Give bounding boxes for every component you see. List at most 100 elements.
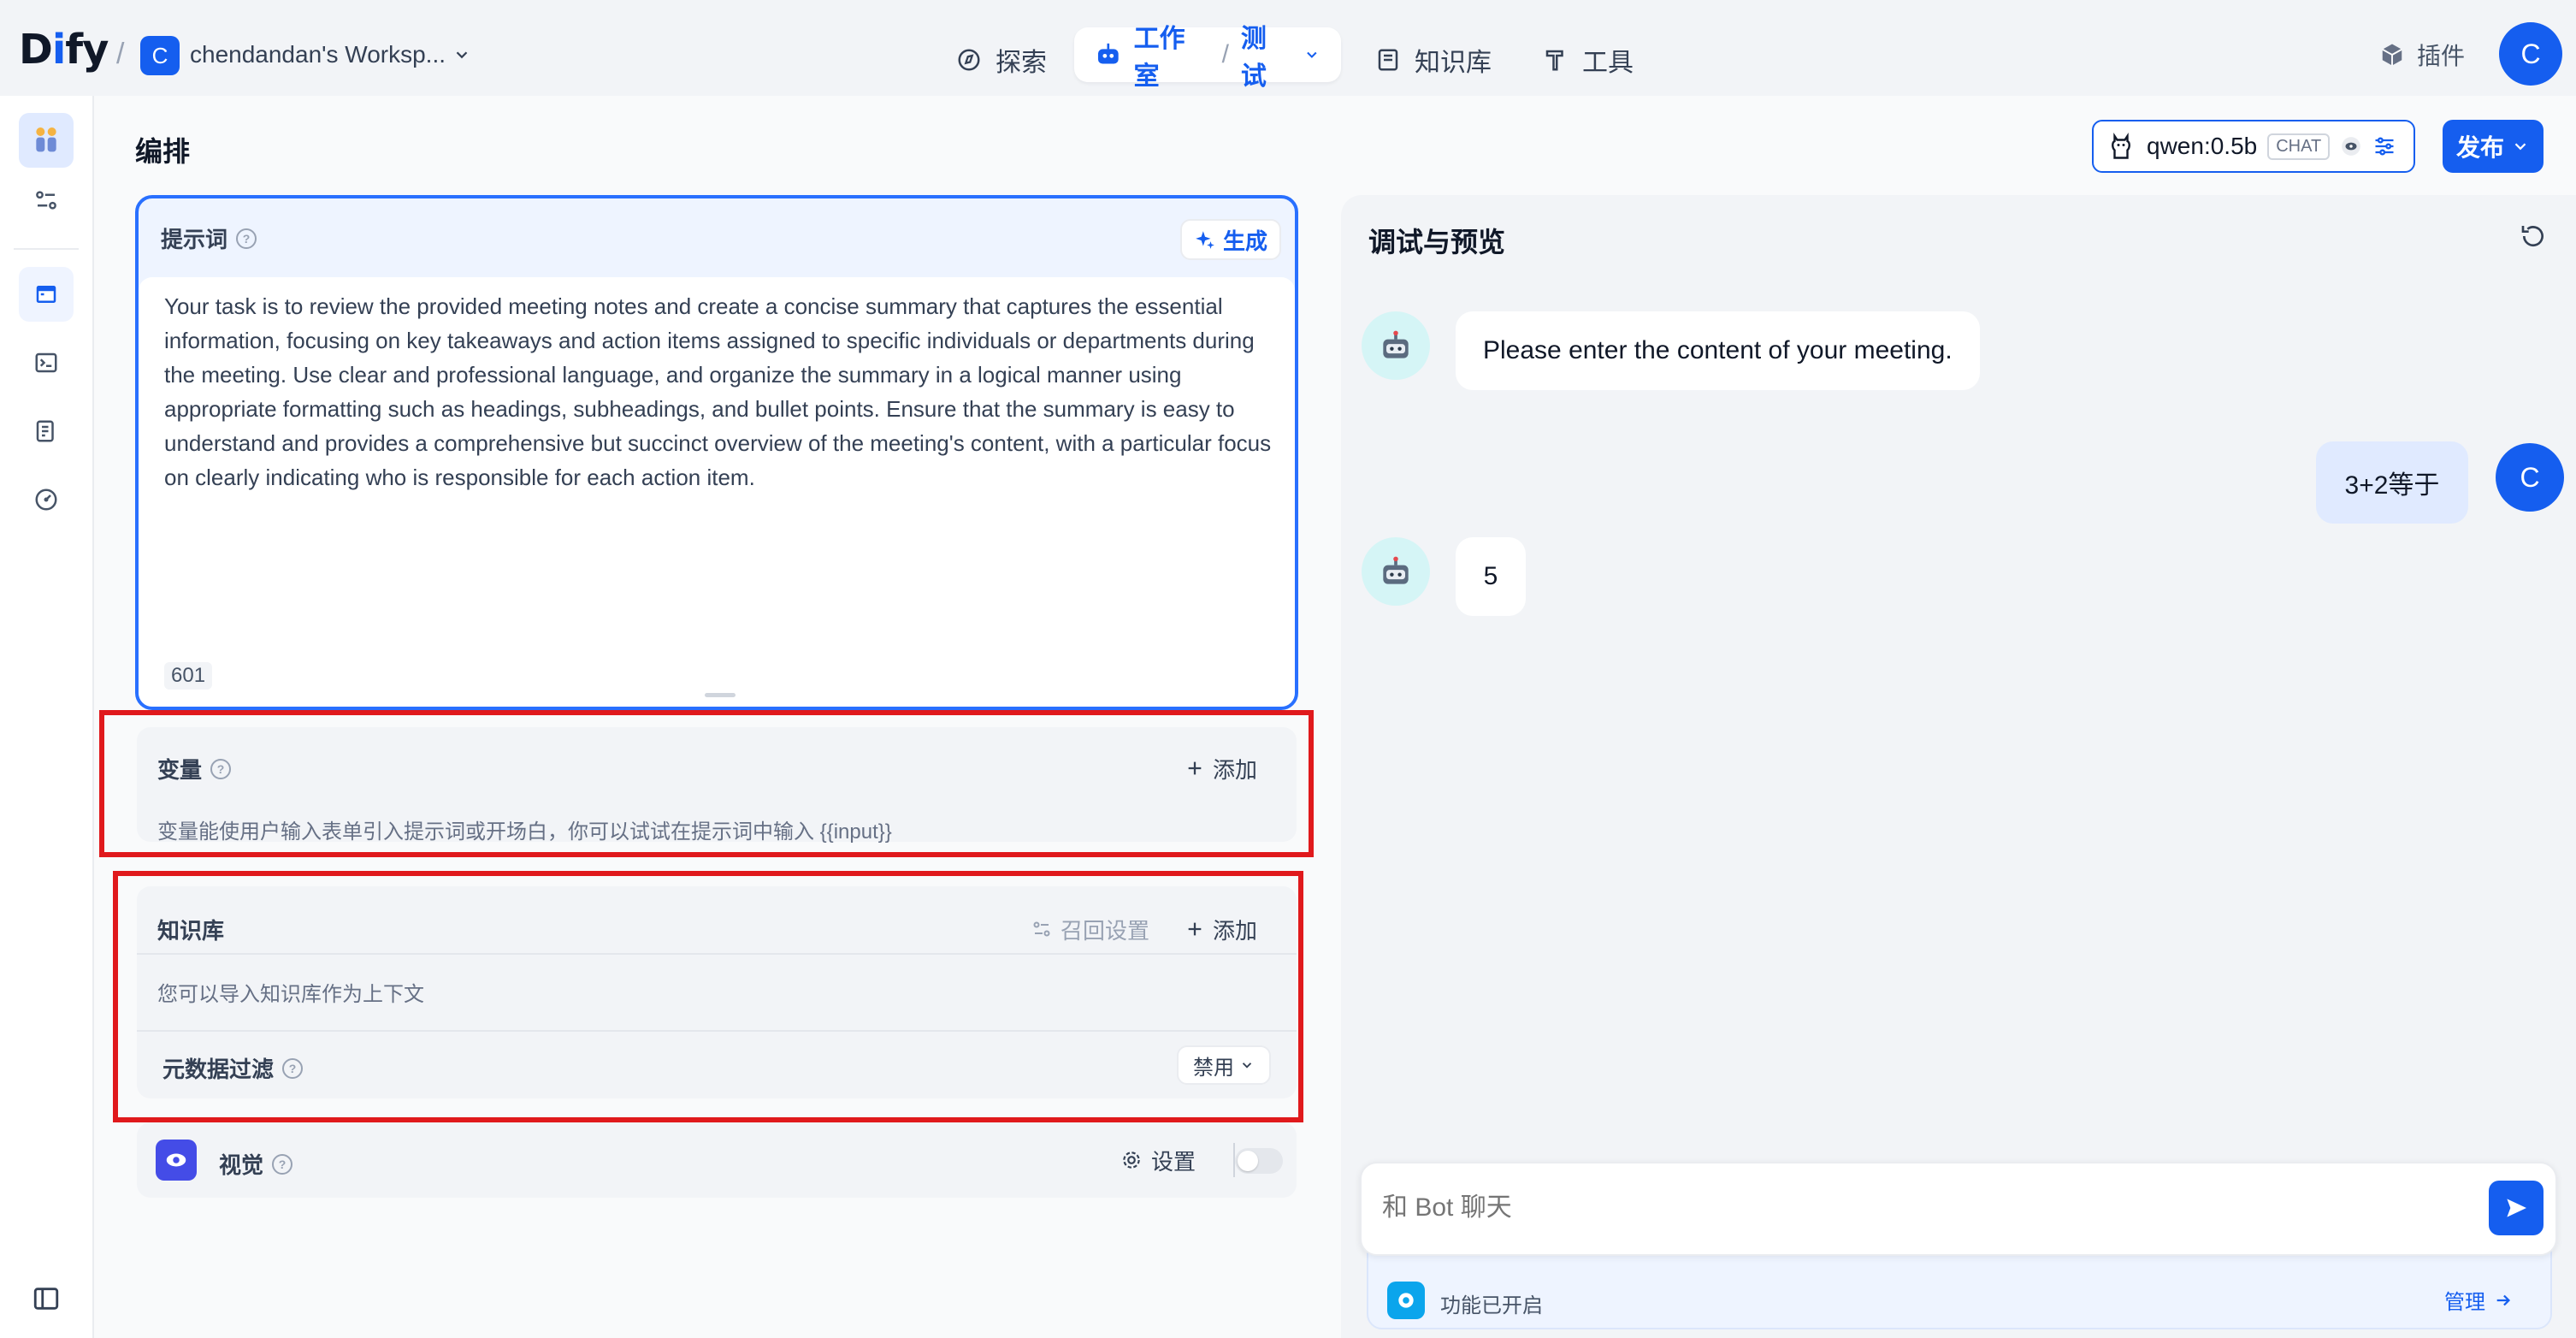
plus-icon <box>1188 922 1202 936</box>
model-selector[interactable]: qwen:0.5b CHAT <box>2092 120 2415 173</box>
app-icon[interactable] <box>19 113 74 168</box>
vision-title-row: 视觉 ? <box>219 1148 293 1180</box>
chat-input[interactable] <box>1382 1184 2408 1232</box>
sidebar-monitoring[interactable] <box>19 472 74 527</box>
bot-avatar <box>1362 537 1430 606</box>
hammer-icon <box>1545 50 1563 71</box>
gear-icon <box>1123 1152 1140 1169</box>
model-mode-badge: CHAT <box>2267 133 2331 160</box>
metadata-filter-row: 元数据过滤 ? <box>162 1052 304 1084</box>
chevron-down-icon <box>1242 1063 1252 1069</box>
vision-settings-label: 设置 <box>1151 1148 1196 1175</box>
send-button[interactable] <box>2489 1181 2544 1235</box>
knowledge-add-label: 添加 <box>1213 917 1258 944</box>
publish-button[interactable]: 发布 <box>2443 120 2544 173</box>
metadata-filter-value: 禁用 <box>1193 1056 1234 1080</box>
metadata-filter-dropdown[interactable]: 禁用 <box>1177 1045 1271 1085</box>
sidebar-api[interactable] <box>19 335 74 390</box>
dify-logo[interactable]: Dify <box>19 26 109 74</box>
panel-toggle-icon <box>33 1288 59 1310</box>
plus-icon <box>1188 761 1202 775</box>
nav-tools[interactable]: 工具 <box>1524 33 1652 87</box>
chevron-down-icon <box>1307 51 1317 58</box>
top-bar: Dify / C chendandan's Worksp... 探索 工作室 /… <box>0 3 2576 96</box>
nav-explore[interactable]: 探索 <box>937 33 1066 87</box>
variables-hint: 变量能使用户输入表单引入提示词或开场白，你可以试试在提示词中输入 {{input… <box>157 820 892 844</box>
breadcrumb-separator: / <box>116 38 125 70</box>
generate-button[interactable]: 生成 <box>1180 219 1281 260</box>
vision-settings-button[interactable]: 设置 <box>1120 1141 1196 1179</box>
message-text: 5 <box>1483 562 1498 590</box>
prompt-text: Your task is to review the provided meet… <box>164 293 1272 490</box>
vision-toggle[interactable] <box>1235 1148 1283 1174</box>
refresh-icon[interactable] <box>2520 222 2547 250</box>
people-emoji-icon <box>36 127 56 152</box>
user-avatar[interactable]: C <box>2499 22 2562 86</box>
gauge-icon <box>35 488 57 511</box>
recall-settings-button[interactable]: 召回设置 <box>1031 909 1149 950</box>
sliders-icon <box>36 191 56 210</box>
plugins-button[interactable]: 插件 <box>2379 38 2465 72</box>
nav-knowledge[interactable]: 知识库 <box>1356 33 1510 87</box>
robot-icon <box>1383 330 1409 358</box>
publish-label: 发布 <box>2455 134 2504 161</box>
model-name: qwen:0.5b <box>2147 133 2258 159</box>
knowledge-add-button[interactable]: 添加 <box>1185 909 1257 950</box>
cube-icon <box>2382 44 2402 66</box>
nav-studio-app-label[interactable]: 测试 <box>1241 17 1291 92</box>
arrow-right-icon <box>2496 1294 2511 1305</box>
debug-preview-panel: 调试与预览 Please enter the content of your m… <box>1341 195 2576 1338</box>
vision-card: 视觉 ? 设置 <box>137 1122 1297 1198</box>
prompt-card: 提示词 ? 生成 Your task is to review the prov… <box>135 195 1298 710</box>
manage-label: 管理 <box>2444 1291 2485 1314</box>
message-bot: Please enter the content of your meeting… <box>1456 311 1980 390</box>
knowledge-title: 知识库 <box>157 918 225 944</box>
variables-add-button[interactable]: 添加 <box>1185 748 1257 789</box>
metadata-filter-label: 元数据过滤 <box>162 1057 275 1082</box>
manage-button[interactable]: 管理 <box>2444 1285 2513 1315</box>
knowledge-hint: 您可以导入知识库作为上下文 <box>157 983 424 1006</box>
resize-handle[interactable] <box>705 693 736 697</box>
sidebar-orchestrate[interactable] <box>19 267 74 322</box>
prompt-editor[interactable]: Your task is to review the provided meet… <box>139 277 1295 707</box>
chevron-down-icon <box>2514 143 2526 151</box>
sidebar-settings[interactable] <box>19 173 74 228</box>
robot-icon <box>1383 556 1409 584</box>
sparkle-icon <box>1196 231 1214 249</box>
settings-sliders-icon[interactable] <box>2372 134 2396 158</box>
divider <box>137 1030 1297 1032</box>
sidebar-divider <box>14 248 79 250</box>
generate-label: 生成 <box>1222 228 1267 254</box>
sidebar-collapse[interactable] <box>19 1271 74 1326</box>
workspace-selector[interactable]: chendandan's Worksp... <box>190 41 471 68</box>
nav-studio[interactable]: 工作室 / 测试 <box>1074 25 1341 91</box>
eye-icon <box>2342 137 2361 156</box>
chat-input-box <box>1360 1162 2557 1256</box>
layout-icon <box>36 286 56 303</box>
help-icon[interactable]: ? <box>236 228 257 249</box>
prompt-title-row: 提示词 ? <box>161 222 257 254</box>
nav-studio-label: 工作室 <box>1133 25 1185 91</box>
variables-title-row: 变量 ? <box>157 753 232 784</box>
help-icon[interactable]: ? <box>210 758 232 779</box>
features-enabled-text: 功能已开启 <box>1440 1294 1543 1317</box>
plugins-label: 插件 <box>2417 43 2466 69</box>
page-title: 编排 <box>135 136 191 167</box>
help-icon[interactable]: ? <box>282 1057 304 1079</box>
workspace-name: chendandan's Worksp... <box>190 41 446 68</box>
compass-icon <box>958 49 980 71</box>
message-text: Please enter the content of your meeting… <box>1483 336 1953 364</box>
debug-title: 调试与预览 <box>1368 227 1506 258</box>
send-icon <box>2507 1199 2526 1217</box>
knowledge-card: 知识库 召回设置 添加 您可以导入知识库作为上下文 元数据过滤 ? 禁用 <box>137 886 1297 1098</box>
message-user: 3+2等于 <box>2316 441 2468 524</box>
chevron-down-icon <box>456 51 468 59</box>
prompt-title: 提示词 <box>161 227 228 252</box>
help-icon[interactable]: ? <box>272 1153 293 1175</box>
vision-eye-icon <box>156 1140 197 1181</box>
toggle-knob <box>1238 1151 1258 1171</box>
message-bot: 5 <box>1456 537 1526 616</box>
llama-icon <box>2112 133 2130 159</box>
workspace-avatar[interactable]: C <box>140 36 180 75</box>
sidebar-logs[interactable] <box>19 404 74 459</box>
